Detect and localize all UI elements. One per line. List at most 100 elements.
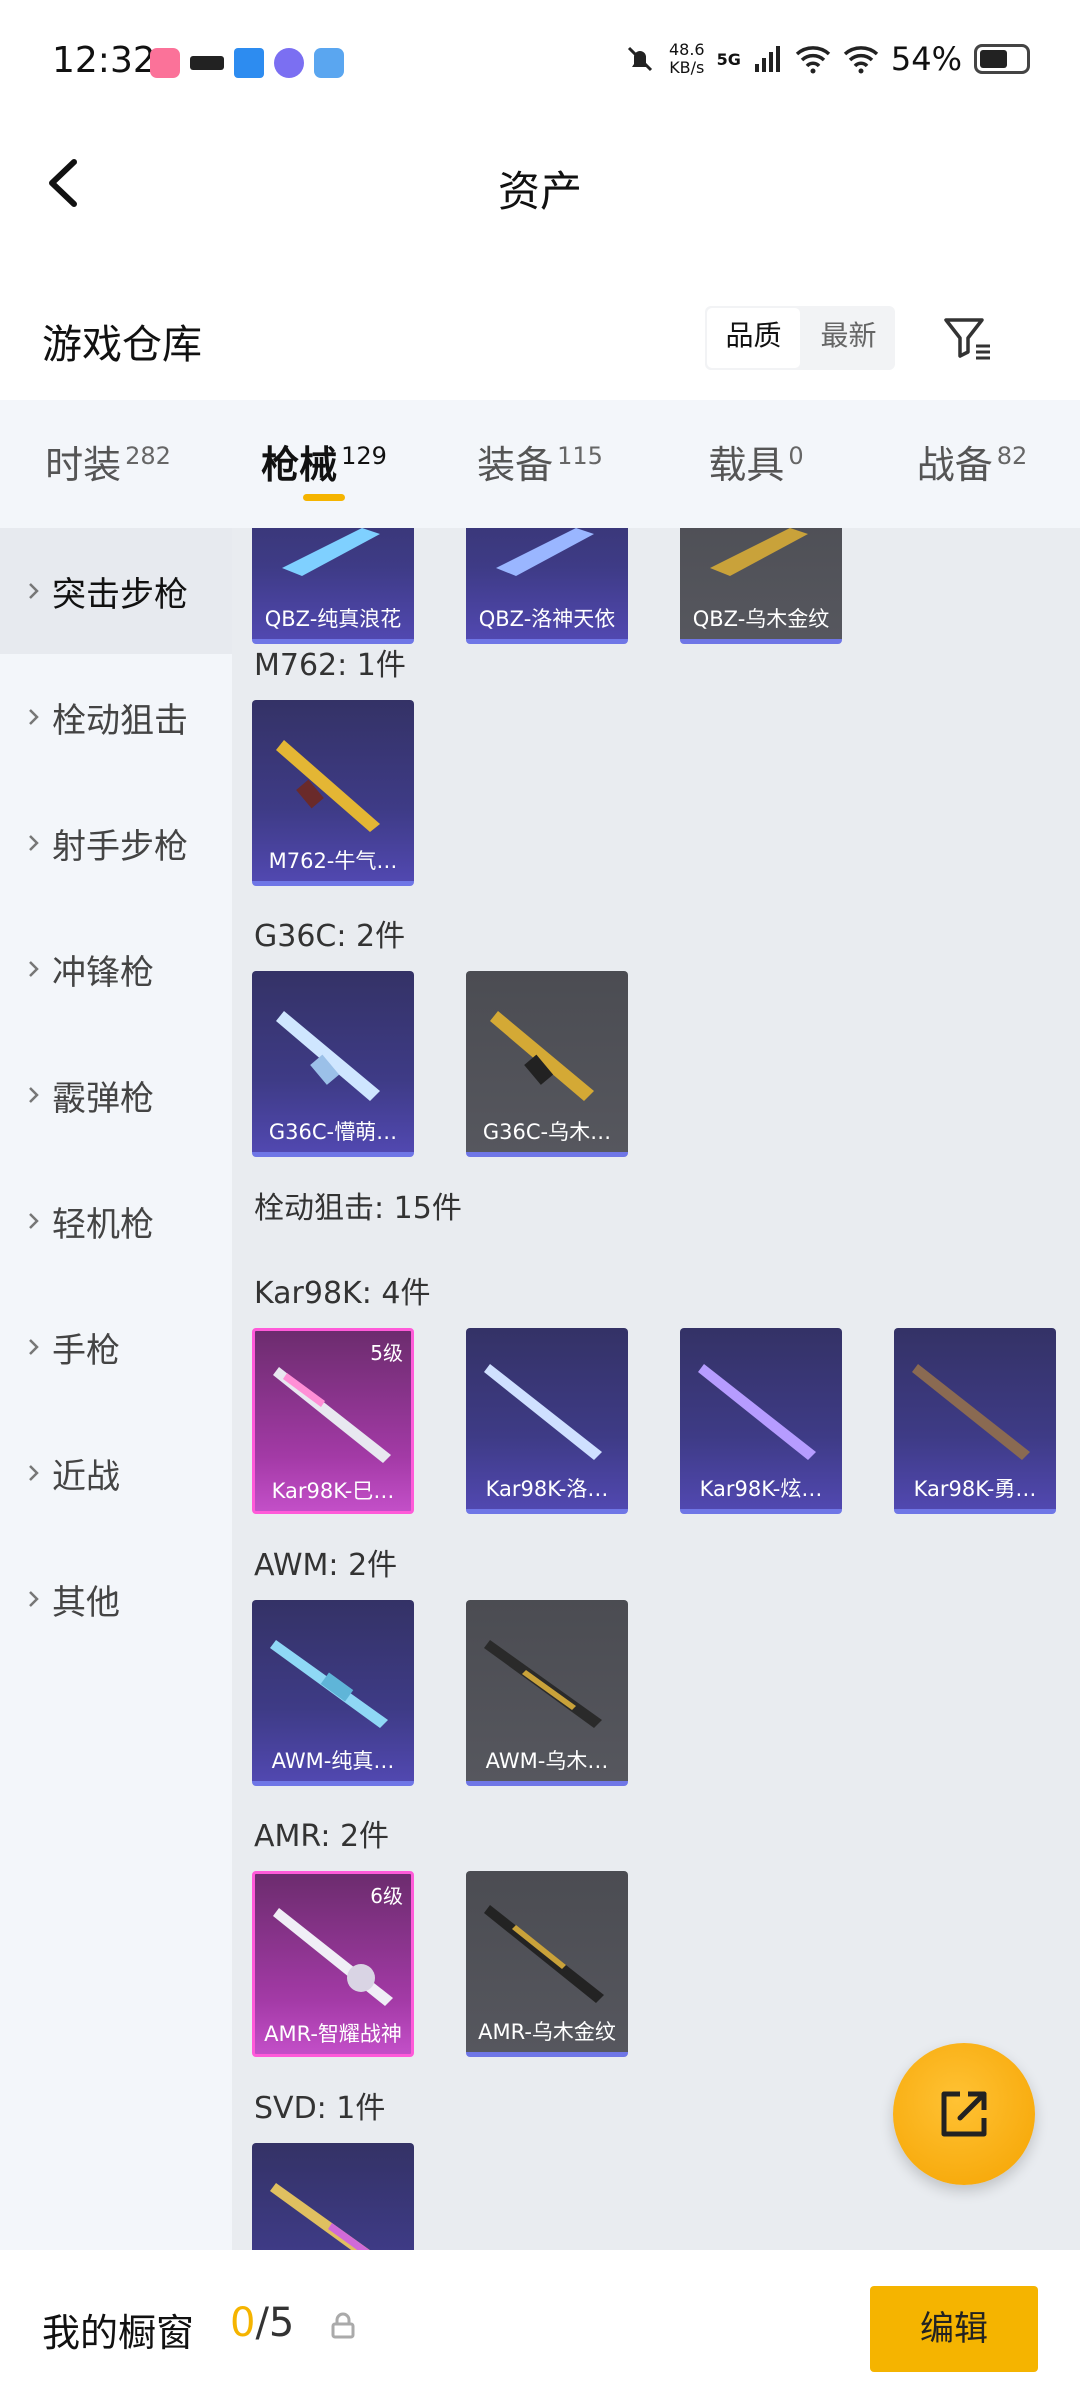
edit-button[interactable]: 编辑	[870, 2286, 1038, 2372]
gun-app-icon	[190, 56, 224, 70]
tab-equipment[interactable]: 装备 115	[432, 400, 648, 528]
group-title: AWM: 2件	[254, 1548, 398, 1583]
tab-count: 82	[996, 442, 1028, 471]
status-indicators: 48.6 KB/s 5G 54%	[623, 40, 1030, 78]
chevron-right-icon	[29, 835, 39, 851]
sniper-skin-image	[698, 1364, 816, 1460]
tab-vehicles[interactable]: 载具 0	[648, 400, 864, 528]
category-section-title: 栓动狙击: 15件	[254, 1191, 462, 1226]
tab-count: 0	[788, 442, 804, 471]
warehouse-title: 游戏仓库	[42, 322, 202, 368]
sort-option-newest[interactable]: 最新	[802, 306, 895, 370]
rifle-skin-image	[282, 528, 380, 576]
group-title: AMR: 2件	[254, 1819, 390, 1854]
item-card[interactable]: QBZ-纯真浪花	[252, 528, 414, 644]
group-title: G36C: 2件	[254, 919, 406, 954]
tab-weapons[interactable]: 枪械 129	[216, 400, 432, 528]
sidebar-item-shotgun[interactable]: 霰弹枪	[0, 1032, 232, 1158]
group-title: SVD: 1件	[254, 2091, 386, 2126]
tab-fashion[interactable]: 时装 282	[0, 400, 216, 528]
chevron-right-icon	[29, 1591, 39, 1607]
share-fab-button[interactable]	[893, 2043, 1035, 2185]
sidebar-item-label: 其他	[52, 1582, 120, 1623]
wifi-icon	[843, 46, 879, 74]
item-card[interactable]: Kar98K-勇…	[894, 1328, 1056, 1514]
network-type: 5G	[716, 49, 741, 69]
item-name: G36C-乌木…	[482, 1120, 612, 1144]
item-card[interactable]: AMR-乌木金纹	[466, 1871, 628, 2057]
tab-label: 时装	[45, 443, 122, 487]
showcase-count: 0/5	[230, 2300, 294, 2346]
item-card[interactable]: M762-牛气…	[252, 700, 414, 886]
item-card[interactable]: G36C-乌木…	[466, 971, 628, 1157]
sniper-skin-image	[484, 1640, 602, 1728]
sidebar-item-label: 突击步枪	[52, 574, 188, 615]
sidebar-item-marksman-rifle[interactable]: 射手步枪	[0, 780, 232, 906]
sidebar-item-bolt-sniper[interactable]: 栓动狙击	[0, 654, 232, 780]
sort-option-quality[interactable]: 品质	[707, 308, 800, 368]
net-speed: 48.6 KB/s	[668, 40, 705, 77]
item-name: AWM-纯真…	[271, 1749, 395, 1773]
item-card[interactable]: AWM-纯真…	[252, 1600, 414, 1786]
sniper-skin-image	[270, 2183, 370, 2250]
item-name: AMR-智耀战神	[264, 2022, 402, 2046]
tab-label: 装备	[477, 443, 554, 487]
item-card[interactable]: G36C-懵萌…	[252, 971, 414, 1157]
item-card[interactable]: QBZ-乌木金纹	[680, 528, 842, 644]
sidebar-item-melee[interactable]: 近战	[0, 1410, 232, 1536]
sort-toggle: 品质 最新	[705, 306, 895, 370]
item-name: AMR-乌木金纹	[478, 2020, 616, 2044]
sniper-skin-image	[273, 1908, 393, 2006]
mute-bell-icon	[627, 46, 653, 72]
tab-supplies[interactable]: 战备 82	[864, 400, 1080, 528]
rifle-skin-image	[276, 740, 380, 832]
item-card[interactable]: AWM-乌木…	[466, 1600, 628, 1786]
filter-icon[interactable]	[938, 310, 998, 370]
item-name: Kar98K-洛…	[485, 1477, 609, 1501]
item-card[interactable]: Kar98K-洛…	[466, 1328, 628, 1514]
item-card[interactable]: QBZ-洛神天依	[466, 528, 628, 644]
battery-icon	[974, 44, 1030, 74]
header: 资产	[0, 130, 1080, 240]
sniper-skin-image	[912, 1364, 1030, 1460]
rifle-skin-image	[276, 1011, 380, 1101]
sniper-skin-image	[484, 1364, 602, 1460]
item-level-badge: 6级	[370, 1884, 403, 1908]
weapon-grid: QBZ-纯真浪花 QBZ-洛神天依 QBZ-乌木金纹 M762: 1件 M762…	[232, 528, 1080, 2250]
chevron-right-icon	[29, 1339, 39, 1355]
sidebar-item-label: 射手步枪	[52, 826, 188, 867]
category-tabs: 时装 282 枪械 129 装备 115 载具 0 战备 82	[0, 400, 1080, 528]
sidebar-item-pistol[interactable]: 手枪	[0, 1284, 232, 1410]
item-card[interactable]: 6级 AMR-智耀战神	[252, 1871, 414, 2057]
signal-icon	[754, 46, 780, 72]
sidebar-item-smg[interactable]: 冲锋枪	[0, 906, 232, 1032]
sidebar-item-lmg[interactable]: 轻机枪	[0, 1158, 232, 1284]
tab-count: 282	[125, 442, 171, 471]
chevron-right-icon	[29, 1213, 39, 1229]
chevron-right-icon	[29, 1087, 39, 1103]
rifle-skin-image	[710, 528, 808, 576]
tab-count: 129	[341, 442, 387, 471]
sidebar-item-label: 栓动狙击	[52, 700, 188, 741]
lock-icon	[331, 2312, 355, 2339]
item-card[interactable]	[252, 2143, 414, 2250]
tab-active-indicator	[303, 494, 345, 501]
item-name: M762-牛气…	[268, 849, 398, 873]
showcase-bar: 我的橱窗 0/5 编辑	[0, 2250, 1080, 2400]
page-title: 资产	[497, 167, 582, 216]
sidebar-item-other[interactable]: 其他	[0, 1536, 232, 1662]
item-level-badge: 5级	[370, 1341, 403, 1365]
tab-label: 载具	[708, 443, 785, 487]
sidebar-item-label: 冲锋枪	[52, 952, 154, 993]
rifle-skin-image	[490, 1011, 594, 1101]
tab-label: 枪械	[261, 443, 338, 487]
item-card[interactable]: 5级 Kar98K-巳…	[252, 1328, 414, 1514]
item-card[interactable]: Kar98K-炫…	[680, 1328, 842, 1514]
sidebar-item-assault-rifle[interactable]: 突击步枪	[0, 528, 232, 654]
cloud-app-icon	[314, 48, 344, 78]
sidebar-item-label: 轻机枪	[52, 1204, 154, 1245]
item-name: Kar98K-勇…	[913, 1477, 1037, 1501]
item-name: AWM-乌木…	[485, 1749, 609, 1773]
chevron-right-icon	[29, 709, 39, 725]
item-name: G36C-懵萌…	[268, 1120, 398, 1144]
